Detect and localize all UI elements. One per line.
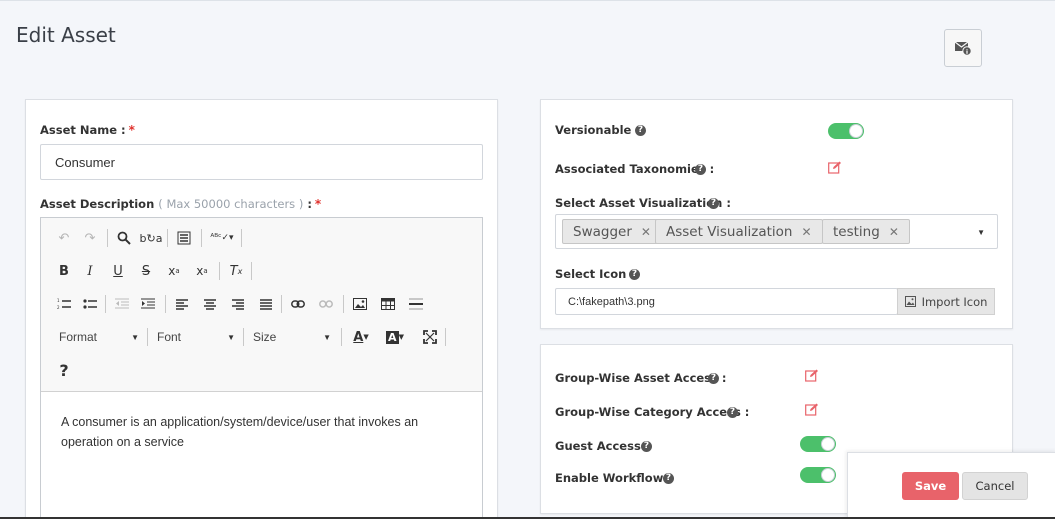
- enable-workflow-label: Enable Workflow :: [555, 471, 672, 485]
- image-insert-icon[interactable]: [349, 293, 371, 315]
- link-icon[interactable]: [287, 293, 309, 315]
- remove-tag-icon[interactable]: ✕: [801, 225, 811, 239]
- asset-name-input[interactable]: Consumer: [40, 144, 483, 180]
- page-title: Edit Asset: [16, 23, 116, 47]
- justify-icon[interactable]: [255, 293, 277, 315]
- enable-workflow-help-icon[interactable]: ?: [663, 473, 674, 484]
- editor-toolbar: ↶ ↷ b↻a ᴬᴮᶜ✓▾ B I U S xa xa Tx 1 2 Forma…: [41, 218, 482, 392]
- guest-access-label: Guest Access :: [555, 439, 650, 453]
- editor-content[interactable]: A consumer is an application/system/devi…: [41, 392, 482, 472]
- select-all-icon[interactable]: [173, 227, 195, 249]
- taxonomies-help-icon[interactable]: ?: [695, 164, 706, 175]
- enable-workflow-toggle[interactable]: [800, 467, 836, 483]
- asset-name-label: Asset Name : *: [40, 123, 135, 137]
- text-color-icon[interactable]: A ▼: [347, 326, 375, 348]
- indent-icon[interactable]: [137, 293, 159, 315]
- visualization-label: Select Asset Visualization :: [555, 196, 731, 210]
- strikethrough-icon[interactable]: S: [135, 260, 157, 282]
- versionable-label: Versionable :: [555, 123, 640, 137]
- format-dropdown[interactable]: Format ▼: [59, 326, 139, 348]
- editor-help-icon[interactable]: ?: [53, 359, 75, 381]
- import-icon-button[interactable]: Import Icon: [897, 288, 995, 315]
- replace-icon[interactable]: b↻a: [140, 227, 163, 249]
- guest-access-help-icon[interactable]: ?: [641, 441, 652, 452]
- size-dropdown[interactable]: Size ▼: [253, 326, 331, 348]
- image-icon: [904, 296, 916, 307]
- align-left-icon[interactable]: [171, 293, 193, 315]
- group-category-access-edit-icon[interactable]: [805, 403, 819, 416]
- unlink-icon[interactable]: [315, 293, 337, 315]
- group-asset-access-label: Group-Wise Asset Access :: [555, 371, 727, 385]
- svg-text:2: 2: [57, 305, 60, 310]
- subscript-icon[interactable]: xa: [163, 260, 185, 282]
- visualization-tag: testing ✕: [822, 219, 910, 244]
- remove-format-icon[interactable]: Tx: [225, 260, 247, 282]
- italic-icon[interactable]: I: [79, 260, 101, 282]
- outdent-icon[interactable]: [111, 293, 133, 315]
- bulleted-list-icon[interactable]: [79, 293, 101, 315]
- font-dropdown[interactable]: Font ▼: [157, 326, 235, 348]
- horizontal-line-icon[interactable]: [405, 293, 427, 315]
- icon-path-input[interactable]: C:\fakepath\3.png: [555, 288, 898, 315]
- group-category-access-label: Group-Wise Category Access :: [555, 405, 750, 419]
- align-center-icon[interactable]: [199, 293, 221, 315]
- rich-text-editor[interactable]: ↶ ↷ b↻a ᴬᴮᶜ✓▾ B I U S xa xa Tx 1 2 Forma…: [40, 217, 483, 519]
- svg-text:1: 1: [57, 298, 60, 303]
- group-category-access-help-icon[interactable]: ?: [727, 407, 738, 418]
- icon-help-icon[interactable]: ?: [629, 269, 640, 280]
- visualization-help-icon[interactable]: ?: [708, 198, 719, 209]
- superscript-icon[interactable]: xa: [191, 260, 213, 282]
- asset-details-card: Asset Name : * Consumer Asset Description…: [25, 99, 498, 519]
- asset-description-label: Asset Description ( Max 50000 characters…: [40, 197, 322, 211]
- find-icon[interactable]: [113, 227, 135, 249]
- cancel-button[interactable]: Cancel: [962, 472, 1028, 500]
- chevron-down-icon[interactable]: ▼: [977, 228, 985, 237]
- align-right-icon[interactable]: [227, 293, 249, 315]
- asset-settings-card: Versionable : ? Associated Taxonomies : …: [540, 99, 1013, 329]
- visualization-tag: Swagger ✕: [562, 219, 662, 244]
- visualization-tag: Asset Visualization ✕: [655, 219, 823, 244]
- numbered-list-icon[interactable]: 12: [53, 293, 75, 315]
- icon-label: Select Icon :: [555, 267, 635, 281]
- save-button[interactable]: Save: [902, 472, 959, 500]
- background-color-icon[interactable]: A ▼: [381, 326, 409, 348]
- underline-icon[interactable]: U: [107, 260, 129, 282]
- bold-icon[interactable]: B: [53, 260, 75, 282]
- table-icon[interactable]: [377, 293, 399, 315]
- mail-info-button[interactable]: [944, 29, 982, 67]
- maximize-icon[interactable]: [419, 326, 441, 348]
- taxonomies-edit-icon[interactable]: [828, 161, 842, 174]
- taxonomies-label: Associated Taxonomies :: [555, 162, 715, 176]
- guest-access-toggle[interactable]: [800, 436, 836, 452]
- visualization-select[interactable]: Swagger ✕ Asset Visualization ✕ testing ✕ ▼: [555, 214, 998, 249]
- undo-icon[interactable]: ↶: [53, 227, 75, 249]
- action-panel: Save Cancel: [847, 452, 1055, 519]
- versionable-help-icon[interactable]: ?: [635, 125, 646, 136]
- versionable-toggle[interactable]: [828, 123, 864, 139]
- remove-tag-icon[interactable]: ✕: [889, 225, 899, 239]
- redo-icon[interactable]: ↷: [79, 227, 101, 249]
- group-asset-access-help-icon[interactable]: ?: [708, 373, 719, 384]
- mail-info-icon: [954, 41, 972, 56]
- spellcheck-icon[interactable]: ᴬᴮᶜ✓▾: [207, 227, 237, 249]
- remove-tag-icon[interactable]: ✕: [641, 225, 651, 239]
- group-asset-access-edit-icon[interactable]: [805, 369, 819, 382]
